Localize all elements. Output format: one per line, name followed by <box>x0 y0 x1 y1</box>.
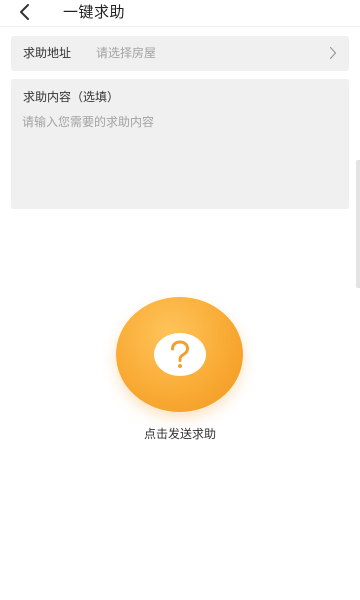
question-mark-icon <box>153 333 206 376</box>
back-button[interactable] <box>10 0 38 24</box>
help-label: 点击发送求助 <box>143 427 216 441</box>
address-label: 求助地址 <box>23 46 72 60</box>
help-content-box: 求助内容（选填） <box>11 79 349 209</box>
address-selector[interactable]: 求助地址 请选择房屋 <box>11 36 349 71</box>
help-button[interactable] <box>116 297 243 412</box>
content-label: 求助内容（选填） <box>23 90 120 104</box>
page-title: 一键求助 <box>63 3 126 21</box>
content-input[interactable] <box>22 114 338 200</box>
chevron-left-icon <box>20 4 29 20</box>
address-placeholder: 请选择房屋 <box>96 46 157 60</box>
scroll-indicator <box>356 160 360 288</box>
header: 一键求助 <box>0 0 360 27</box>
chevron-right-icon <box>329 46 337 60</box>
